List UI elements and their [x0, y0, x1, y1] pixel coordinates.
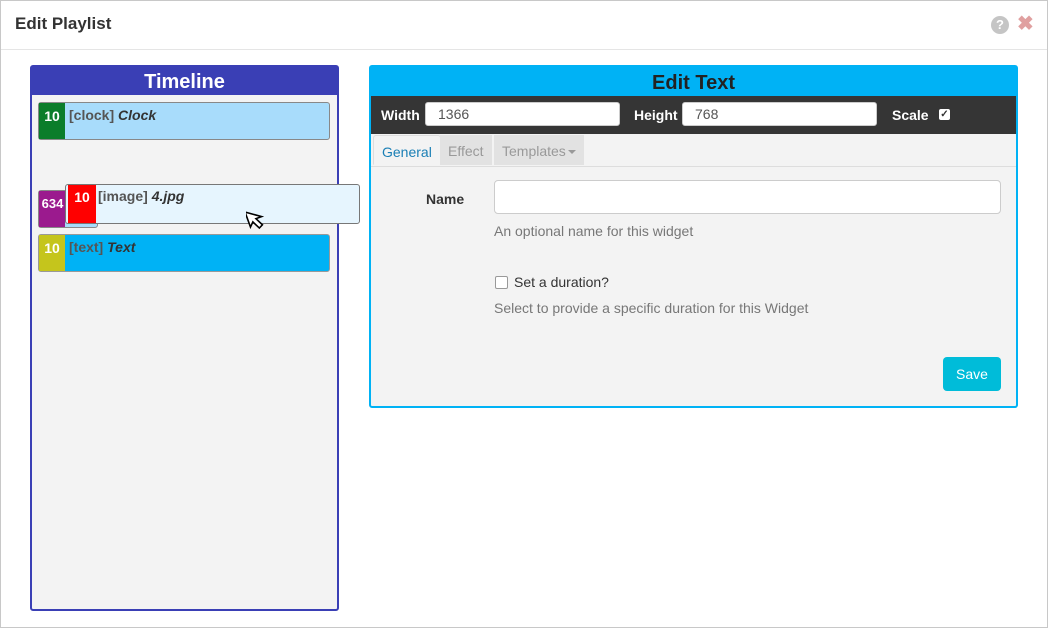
name-label: Name	[426, 191, 465, 207]
width-input[interactable]	[425, 102, 620, 126]
timeline-widget-text[interactable]: 10 [text] Text	[38, 234, 330, 272]
scale-checkbox[interactable]: ✓	[939, 109, 950, 120]
scale-label: Scale	[892, 107, 929, 123]
save-button[interactable]: Save	[943, 357, 1001, 391]
widget-name: Clock	[118, 107, 157, 123]
timeline-panel: Timeline 10 [clock] Clock 634 10 [text] …	[30, 65, 339, 611]
widget-duration: 10	[39, 235, 65, 271]
width-label: Width	[381, 107, 420, 123]
move-cursor-icon	[246, 210, 265, 230]
widget-name: Text	[107, 239, 136, 255]
height-input[interactable]	[682, 102, 877, 126]
widget-type: [clock]	[69, 107, 115, 123]
widget-duration: 10	[39, 103, 65, 139]
edit-text-panel: Edit Text Width Height Scale ✓ General E…	[369, 65, 1018, 408]
height-label: Height	[634, 107, 678, 123]
widget-label: [image] 4.jpg	[98, 188, 184, 204]
widget-type: [image]	[98, 188, 148, 204]
widget-type: [text]	[69, 239, 104, 255]
widget-label: [clock] Clock	[69, 107, 156, 123]
dragging-widget-image[interactable]: 10 [image] 4.jpg	[65, 184, 360, 224]
widget-duration: 634	[39, 191, 65, 227]
dimensions-bar: Width Height Scale ✓	[371, 96, 1016, 134]
edit-tabs: General Effect Templates	[371, 134, 1016, 167]
modal-header: Edit Playlist ? ✖	[1, 1, 1047, 50]
modal-title: Edit Playlist	[15, 14, 112, 33]
close-icon[interactable]: ✖	[1017, 13, 1034, 35]
tab-templates[interactable]: Templates	[494, 135, 584, 165]
timeline-widget-clock[interactable]: 10 [clock] Clock	[38, 102, 330, 140]
tab-effect[interactable]: Effect	[440, 135, 492, 165]
duration-help-text: Select to provide a specific duration fo…	[494, 300, 809, 316]
name-help-text: An optional name for this widget	[494, 223, 694, 239]
caret-down-icon	[567, 150, 576, 155]
help-icon[interactable]: ?	[991, 16, 1009, 34]
edit-panel-title: Edit Text	[371, 67, 1016, 96]
tab-templates-label: Templates	[502, 143, 566, 159]
name-input[interactable]	[494, 180, 1001, 214]
set-duration-label[interactable]: Set a duration?	[514, 274, 609, 290]
widget-name: 4.jpg	[151, 188, 185, 204]
set-duration-checkbox[interactable]	[495, 276, 508, 289]
widget-duration: 10	[68, 185, 96, 223]
timeline-title: Timeline	[32, 67, 337, 95]
tab-general[interactable]: General	[373, 135, 441, 165]
widget-label: [text] Text	[69, 239, 135, 255]
